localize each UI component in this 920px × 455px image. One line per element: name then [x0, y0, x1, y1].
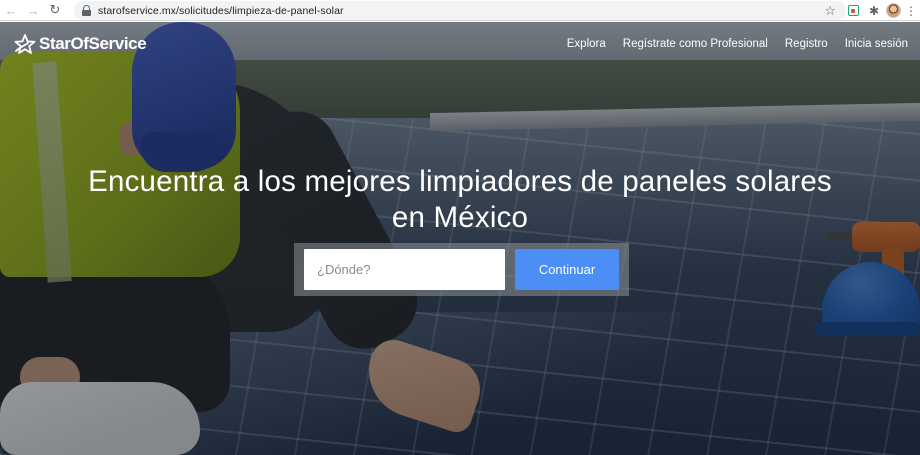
reload-icon: ↻: [49, 2, 61, 17]
back-button[interactable]: ←: [0, 0, 22, 21]
nav-inicia-sesion[interactable]: Inicia sesión: [845, 38, 908, 50]
nav-registrate-profesional[interactable]: Regístrate como Profesional: [623, 38, 768, 50]
url-text[interactable]: starofservice.mx/solicitudes/limpieza-de…: [98, 5, 344, 17]
profile-avatar-icon[interactable]: [886, 3, 901, 18]
hero-section: [0, 22, 920, 455]
forward-button[interactable]: →: [22, 0, 44, 21]
main-nav: Explora Regístrate como Profesional Regi…: [567, 38, 908, 50]
bookmark-star-icon[interactable]: ☆: [824, 3, 836, 18]
lock-icon: [82, 5, 91, 16]
location-input[interactable]: [304, 249, 505, 290]
hero-headline: Encuentra a los mejores limpiadores de p…: [0, 164, 920, 236]
kebab-menu-icon[interactable]: ⋮: [905, 3, 917, 18]
grammarly-extension-icon[interactable]: [847, 3, 859, 18]
reload-button[interactable]: ↻: [44, 0, 66, 21]
hero-headline-line1: Encuentra a los mejores limpiadores de p…: [88, 165, 832, 198]
location-search-box: Continuar: [294, 243, 629, 296]
continue-button[interactable]: Continuar: [515, 249, 619, 290]
site-header: StarOfService Explora Regístrate como Pr…: [0, 22, 920, 70]
hero-dark-overlay: [0, 22, 920, 455]
browser-toolbar: ← → ↻ starofservice.mx/solicitudes/limpi…: [0, 0, 920, 21]
arrow-left-icon: ←: [4, 2, 18, 18]
star-logo-icon: [14, 34, 36, 54]
site-logo[interactable]: StarOfService: [14, 34, 147, 54]
arrow-right-icon: →: [26, 2, 40, 18]
nav-explora[interactable]: Explora: [567, 38, 606, 50]
puzzle-extensions-icon[interactable]: ✱: [867, 3, 881, 18]
logo-text: StarOfService: [39, 34, 147, 53]
nav-registro[interactable]: Registro: [785, 38, 828, 50]
hero-headline-line2: en México: [391, 201, 529, 234]
address-bar[interactable]: starofservice.mx/solicitudes/limpieza-de…: [74, 1, 846, 20]
